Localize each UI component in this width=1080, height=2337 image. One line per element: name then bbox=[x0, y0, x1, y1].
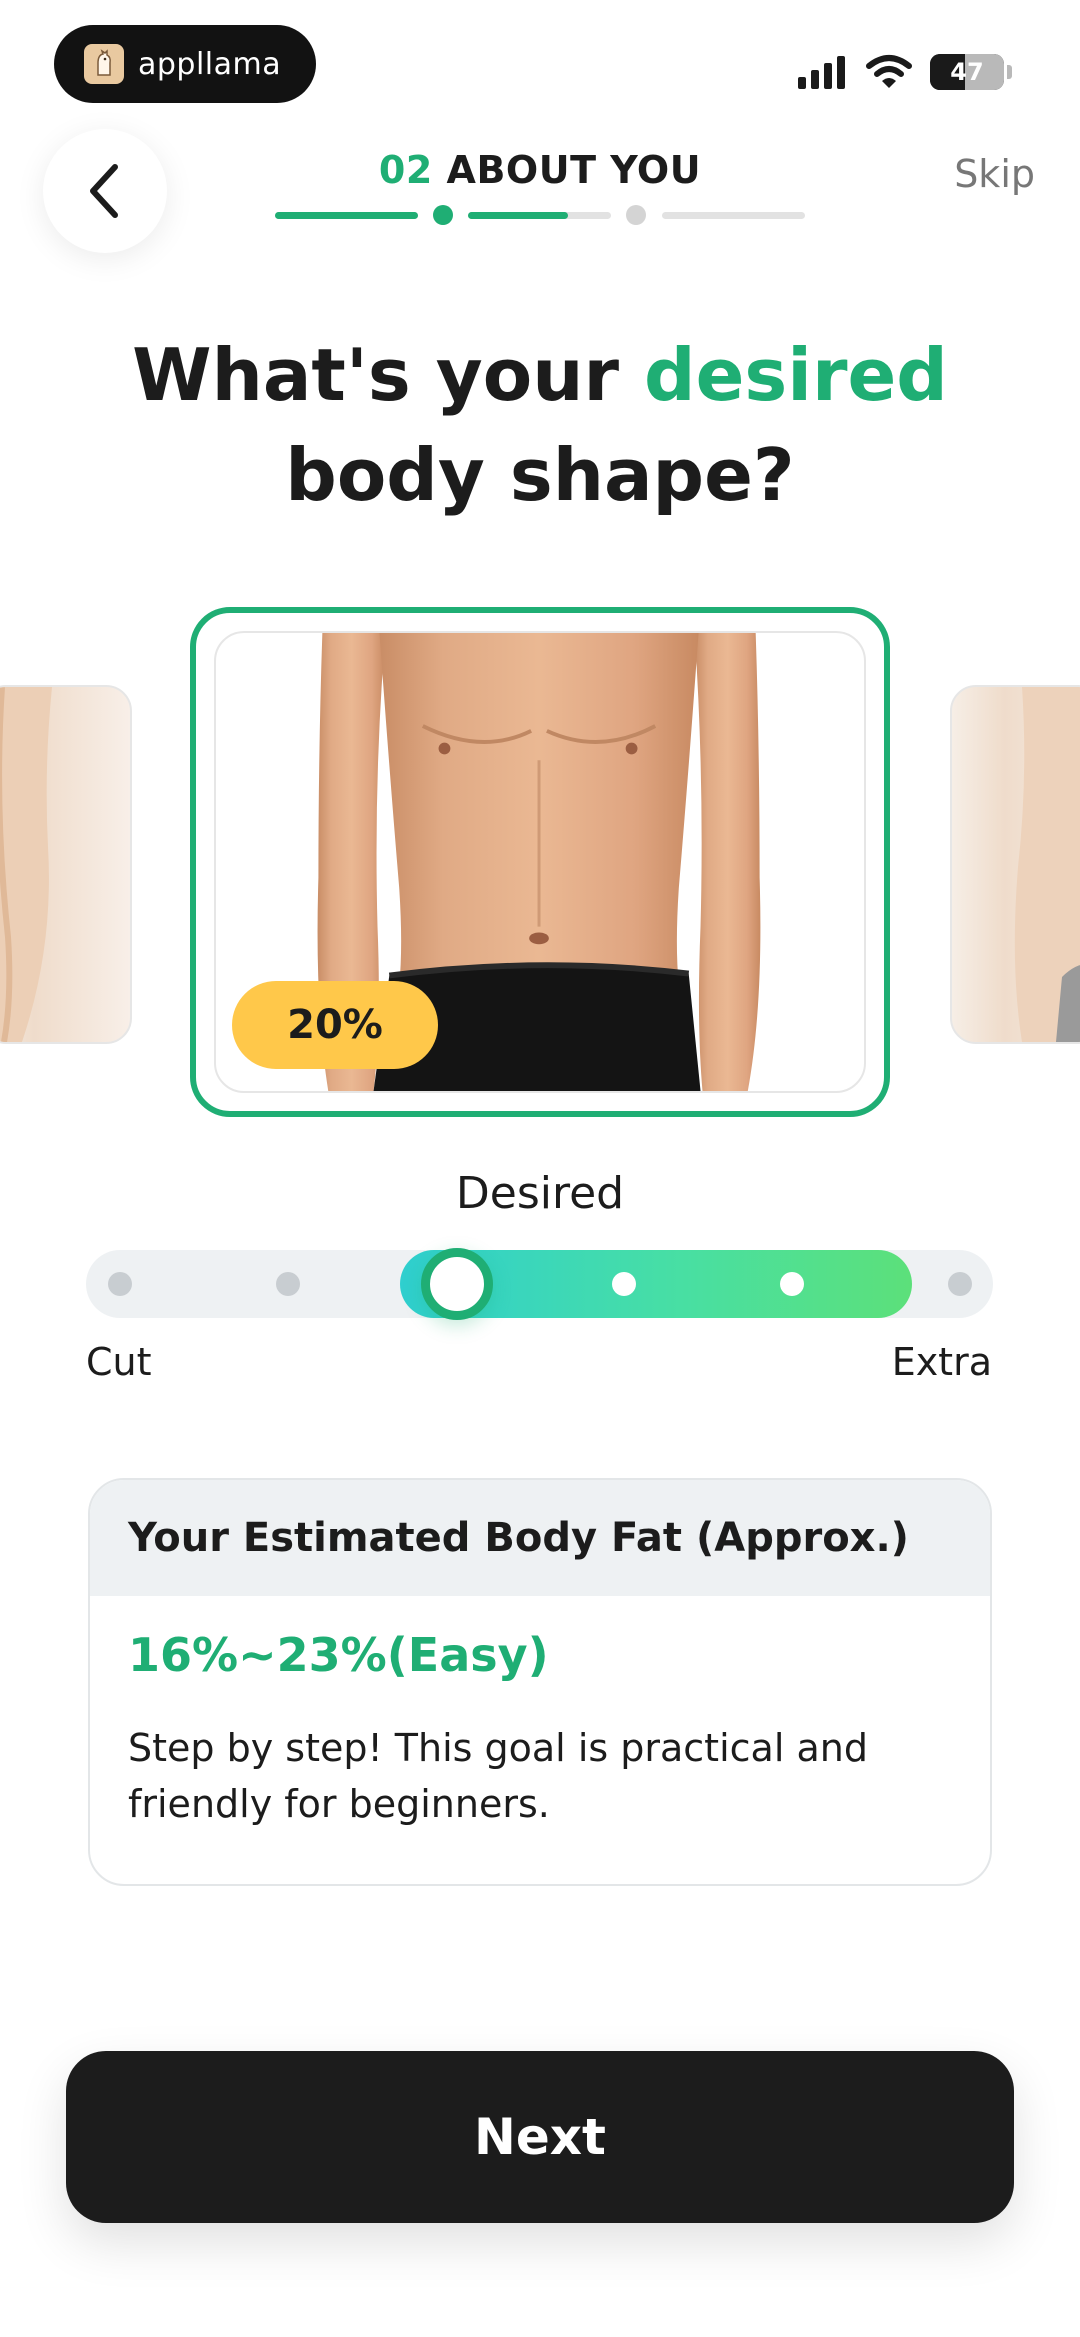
app-pill-label: appllama bbox=[138, 46, 282, 82]
llama-logo-icon bbox=[84, 44, 124, 84]
step-progress bbox=[275, 200, 805, 230]
progress-dot-2 bbox=[626, 205, 646, 225]
body-shape-slider[interactable] bbox=[86, 1248, 993, 1320]
slider-min-label: Cut bbox=[86, 1340, 152, 1384]
slider-stop-5[interactable] bbox=[780, 1272, 804, 1296]
question-suffix: body shape? bbox=[285, 433, 795, 517]
slider-stop-6[interactable] bbox=[948, 1272, 972, 1296]
slider-stop-2[interactable] bbox=[276, 1272, 300, 1296]
body-shape-card-previous[interactable] bbox=[0, 685, 132, 1044]
battery-icon: 47 bbox=[930, 54, 1004, 90]
slider-stop-4[interactable] bbox=[612, 1272, 636, 1296]
estimate-card-title: Your Estimated Body Fat (Approx.) bbox=[90, 1480, 990, 1596]
estimate-description: Step by step! This goal is practical and… bbox=[128, 1726, 868, 1826]
back-button[interactable] bbox=[43, 129, 167, 253]
next-button[interactable]: Next bbox=[66, 2051, 1014, 2223]
battery-tip bbox=[1007, 65, 1012, 79]
slider-value-label: Desired bbox=[455, 1168, 625, 1219]
chevron-left-icon bbox=[90, 164, 118, 218]
question-highlight: desired bbox=[644, 333, 948, 417]
step-name: ABOUT YOU bbox=[446, 148, 702, 192]
question-title: What's your desired body shape? bbox=[90, 325, 990, 525]
step-title: 02 ABOUT YOU bbox=[300, 148, 780, 192]
question-prefix: What's your bbox=[132, 333, 645, 417]
status-icons: 47 bbox=[796, 50, 1012, 94]
slider-max-label: Extra bbox=[891, 1340, 992, 1384]
progress-dot-1 bbox=[433, 205, 453, 225]
body-fat-percent-badge: 20% bbox=[232, 981, 438, 1069]
slider-thumb[interactable] bbox=[421, 1248, 493, 1320]
previous-body-image bbox=[0, 687, 52, 1042]
progress-segment-3 bbox=[662, 212, 805, 219]
estimate-range: 16%~23%(Easy) bbox=[128, 1628, 549, 1682]
wifi-icon bbox=[866, 55, 912, 88]
body-fat-estimate-card: Your Estimated Body Fat (Approx.) 16%~23… bbox=[88, 1478, 992, 1886]
skip-button[interactable]: Skip bbox=[954, 152, 1035, 196]
next-body-image bbox=[1014, 687, 1080, 1042]
slider-stop-1[interactable] bbox=[108, 1272, 132, 1296]
battery-level: 47 bbox=[950, 58, 984, 86]
progress-segment-1 bbox=[275, 212, 418, 219]
app-pill[interactable]: appllama bbox=[54, 25, 316, 103]
body-shape-card-next[interactable] bbox=[950, 685, 1080, 1044]
progress-segment-2 bbox=[468, 212, 611, 219]
step-number: 02 bbox=[378, 148, 433, 192]
signal-icon bbox=[798, 56, 845, 89]
